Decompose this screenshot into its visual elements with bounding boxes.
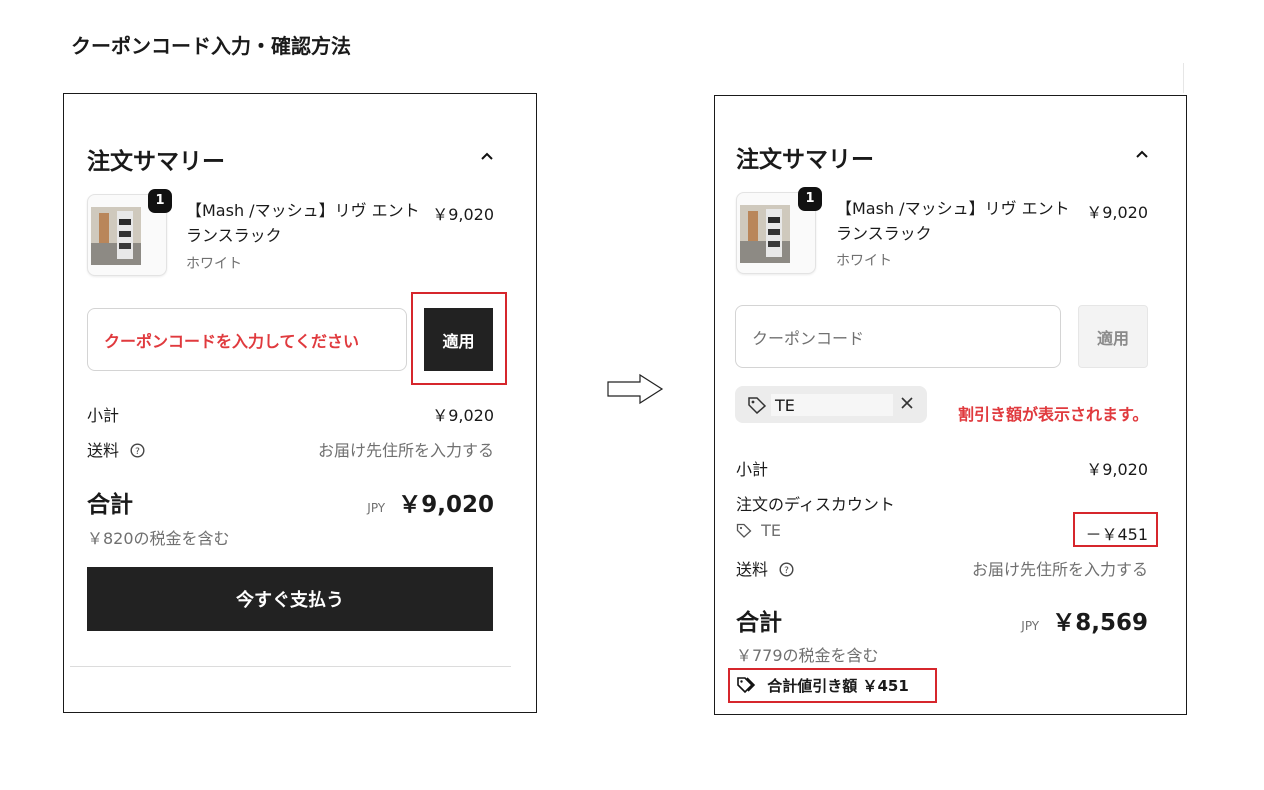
shipping-label-text: 送料	[87, 441, 120, 460]
page-title: クーポンコード入力・確認方法	[71, 34, 351, 58]
quantity-badge: 1	[148, 189, 172, 213]
coupon-placeholder: クーポンコード	[752, 328, 865, 348]
pay-now-button[interactable]: 今すぐ支払う	[87, 567, 493, 631]
total-savings: 合計値引き額 ￥451	[736, 675, 909, 698]
total-value: ￥8,569	[1052, 610, 1148, 636]
coupon-input[interactable]: クーポンコード	[735, 305, 1061, 368]
chevron-up-icon[interactable]	[477, 146, 497, 165]
divider	[70, 666, 511, 667]
coupon-placeholder: クーポンコードを入力してください	[104, 331, 360, 351]
tag-icon	[747, 396, 767, 418]
tag-icon	[736, 523, 752, 542]
svg-text:?: ?	[135, 447, 140, 457]
total-amount: JPY ￥9,020	[324, 485, 494, 519]
apply-button[interactable]: 適用	[424, 308, 493, 371]
chevron-up-icon[interactable]	[1132, 144, 1152, 163]
apply-button[interactable]: 適用	[1078, 305, 1148, 368]
coupon-input[interactable]: クーポンコードを入力してください	[87, 308, 407, 371]
order-summary-after: 注文サマリー 1 【Mash /マッシュ】リヴ エントランスラック ホワイト ￥…	[714, 95, 1187, 715]
shipping-label: 送料 ?	[87, 437, 145, 462]
total-amount: JPY ￥8,569	[978, 603, 1148, 637]
product-price: ￥9,020	[1086, 203, 1148, 222]
subtotal-label: 小計	[87, 406, 120, 425]
total-label: 合計	[736, 610, 782, 636]
shipping-value[interactable]: お届け先住所を入力する	[294, 437, 494, 461]
discount-note: 割引き額が表示されます。	[958, 405, 1149, 424]
summary-title: 注文サマリー	[736, 147, 874, 173]
subtotal-value: ￥9,020	[1086, 460, 1148, 479]
product-image	[91, 207, 141, 265]
applied-code-field: TE	[771, 394, 893, 416]
product-image	[740, 205, 790, 263]
currency-code: JPY	[1021, 619, 1040, 633]
right-arrow-icon	[606, 373, 664, 409]
close-icon[interactable]	[899, 395, 915, 415]
help-icon[interactable]: ?	[779, 562, 794, 581]
discount-label: 注文のディスカウント	[736, 495, 895, 514]
product-name: 【Mash /マッシュ】リヴ エントランスラック	[186, 201, 420, 245]
order-summary-before: 注文サマリー 1 【Mash /マッシュ】リヴ エントランスラック ホワイト ￥…	[63, 93, 537, 713]
product-variant: ホワイト	[836, 253, 892, 269]
quantity-badge: 1	[798, 187, 822, 211]
product-price: ￥9,020	[432, 205, 494, 224]
total-savings-text: 合計値引き額 ￥451	[767, 677, 909, 695]
applied-code: TE	[775, 396, 795, 415]
subtotal-value: ￥9,020	[432, 406, 494, 425]
shipping-label: 送料 ?	[736, 556, 794, 581]
summary-title: 注文サマリー	[87, 149, 225, 175]
tags-icon	[736, 676, 756, 698]
discount-code-row: TE	[736, 521, 781, 542]
product-name: 【Mash /マッシュ】リヴ エントランスラック	[836, 199, 1070, 243]
shipping-label-text: 送料	[736, 560, 769, 579]
total-label: 合計	[87, 492, 133, 518]
total-value: ￥9,020	[398, 492, 494, 518]
edge-line	[1183, 63, 1184, 93]
help-icon[interactable]: ?	[130, 443, 145, 462]
discount-code: TE	[761, 521, 781, 540]
tax-note: ￥820の税金を含む	[87, 529, 230, 548]
shipping-value[interactable]: お届け先住所を入力する	[948, 556, 1148, 580]
subtotal-label: 小計	[736, 460, 769, 479]
product-variant: ホワイト	[186, 256, 242, 272]
svg-text:?: ?	[784, 566, 789, 576]
currency-code: JPY	[367, 501, 386, 515]
tax-note: ￥779の税金を含む	[736, 646, 879, 665]
applied-coupon-chip: TE	[735, 386, 927, 423]
discount-value: －￥451	[1085, 525, 1148, 544]
